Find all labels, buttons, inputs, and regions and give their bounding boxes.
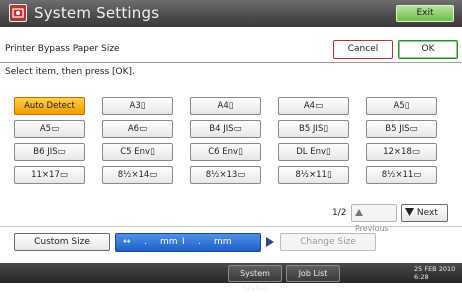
- title-bar: System Settings Exit: [0, 0, 462, 27]
- exit-button[interactable]: Exit: [396, 5, 454, 22]
- date-time: 25 FEB 2010 6:28: [414, 265, 460, 281]
- option-b6-jis[interactable]: B6 JIS▭: [14, 143, 85, 161]
- system-status-button[interactable]: System Status: [228, 265, 282, 293]
- next-label: Next: [416, 208, 438, 218]
- horizontal-value: .: [144, 237, 147, 247]
- window-title: System Settings: [34, 4, 160, 22]
- option-c5-env[interactable]: C5 Env▯: [102, 143, 173, 161]
- horizontal-arrow-icon: ↔: [123, 237, 131, 247]
- option-auto-detect[interactable]: Auto Detect: [14, 97, 85, 115]
- divider: [0, 226, 462, 227]
- option-12x18[interactable]: 12×18▭: [366, 143, 437, 161]
- custom-size-button[interactable]: Custom Size: [14, 233, 110, 251]
- instruction-text: Select item, then press [OK].: [5, 67, 135, 77]
- system-settings-icon: [9, 4, 27, 22]
- option-a4-landscape[interactable]: A4▭: [278, 97, 349, 115]
- job-list-button[interactable]: Job List: [286, 265, 340, 282]
- triangle-up-icon: [355, 209, 363, 216]
- play-arrow-icon: [266, 237, 274, 247]
- status-bar: System Status Job List 25 FEB 2010 6:28: [0, 263, 462, 293]
- ok-button[interactable]: OK: [398, 40, 458, 59]
- setting-title: Printer Bypass Paper Size: [5, 44, 120, 54]
- vertical-value: .: [198, 237, 201, 247]
- option-8-5x11-landscape[interactable]: 8½×11▭: [366, 166, 437, 184]
- option-a4-portrait[interactable]: A4▯: [190, 97, 261, 115]
- cancel-button[interactable]: Cancel: [333, 40, 393, 59]
- next-button[interactable]: Next: [401, 204, 448, 222]
- option-b5-jis-landscape[interactable]: B5 JIS▭: [366, 120, 437, 138]
- time-text: 6:28: [414, 273, 429, 281]
- previous-button[interactable]: Previous: [351, 204, 397, 233]
- option-b4-jis[interactable]: B4 JIS▭: [190, 120, 261, 138]
- option-a5-portrait[interactable]: A5▯: [366, 97, 437, 115]
- option-dl-env[interactable]: DL Env▯: [278, 143, 349, 161]
- vertical-separator: I: [182, 237, 185, 247]
- setting-header: Printer Bypass Paper Size Cancel OK: [0, 37, 462, 63]
- triangle-down-icon: [405, 208, 414, 216]
- option-11x17[interactable]: 11×17▭: [14, 166, 85, 184]
- option-a3[interactable]: A3▯: [102, 97, 173, 115]
- page-indicator: 1/2: [332, 208, 347, 218]
- option-8-5x11-portrait[interactable]: 8½×11▯: [278, 166, 349, 184]
- change-size-button[interactable]: Change Size: [280, 233, 376, 251]
- option-c6-env[interactable]: C6 Env▯: [190, 143, 261, 161]
- horizontal-unit: mm: [160, 237, 178, 247]
- vertical-unit: mm: [214, 237, 232, 247]
- option-8-5x14[interactable]: 8½×14▭: [102, 166, 173, 184]
- option-a5-landscape[interactable]: A5▭: [14, 120, 85, 138]
- option-b5-jis-portrait[interactable]: B5 JIS▯: [278, 120, 349, 138]
- option-8-5x13[interactable]: 8½×13▭: [190, 166, 261, 184]
- option-a6[interactable]: A6▭: [102, 120, 173, 138]
- pagination: 1/2 Previous Next: [0, 204, 462, 233]
- date-text: 25 FEB 2010: [414, 265, 456, 273]
- custom-size-field[interactable]: ↔ . mm I . mm: [115, 233, 261, 252]
